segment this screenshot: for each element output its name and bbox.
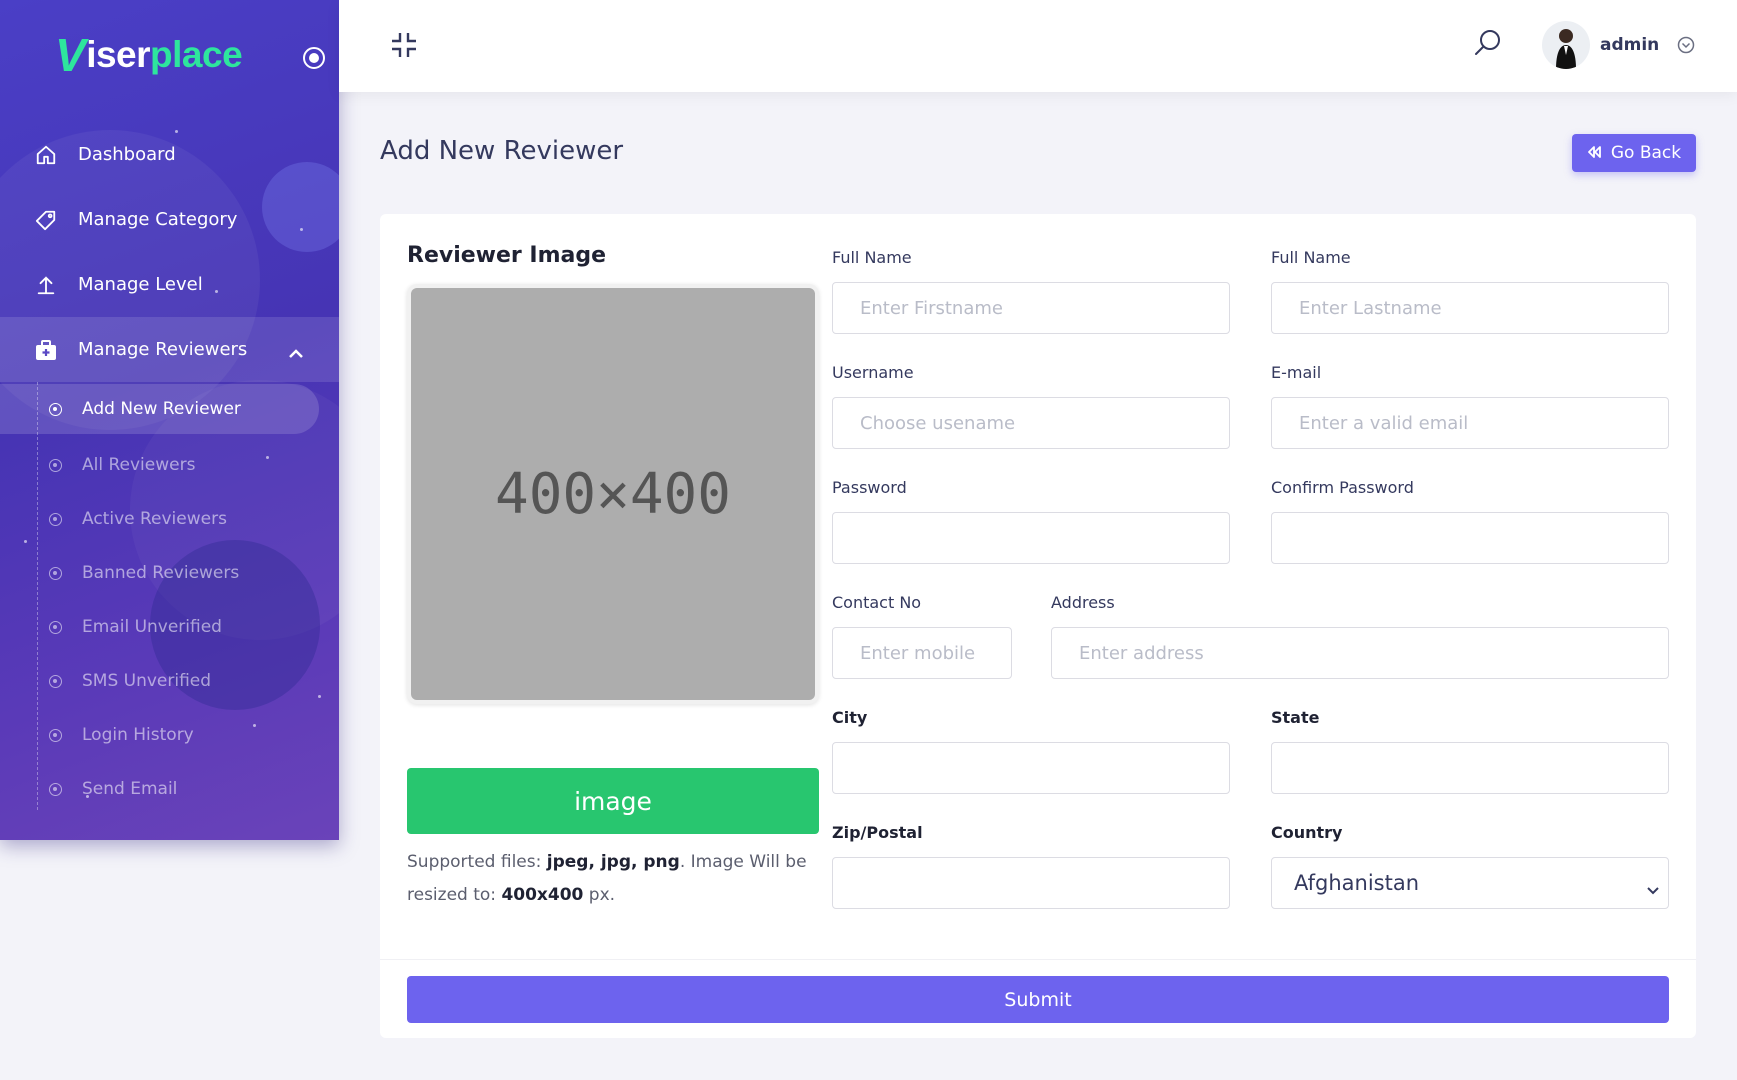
submenu-item-sms-unverified[interactable]: SMS Unverified (0, 654, 339, 708)
logo-text-green: place (150, 34, 243, 75)
address-input[interactable] (1051, 627, 1669, 679)
chevron-down-circle-icon[interactable] (1677, 36, 1695, 54)
supported-file-types: jpeg, jpg, png (546, 852, 680, 872)
image-section-title: Reviewer Image (407, 243, 607, 268)
circle-dot-icon (49, 566, 62, 580)
country-selected-value: Afghanistan (1294, 871, 1420, 895)
sidebar-item-label: Manage Reviewers (78, 339, 248, 360)
sidebar-item-manage-category[interactable]: Manage Category (0, 187, 339, 252)
email-label: E-mail (1271, 363, 1322, 382)
firstname-input[interactable] (832, 282, 1230, 334)
confirm-password-label: Confirm Password (1271, 478, 1414, 497)
circle-dot-icon (49, 728, 62, 742)
circle-dot-icon (49, 512, 62, 526)
submenu-item-label: SMS Unverified (82, 671, 212, 691)
resize-dimensions: 400x400 (501, 885, 584, 905)
submit-button[interactable]: Submit (407, 976, 1669, 1023)
circle-dot-icon (49, 674, 62, 688)
lastname-input[interactable] (1271, 282, 1669, 334)
state-input[interactable] (1271, 742, 1669, 794)
home-icon (34, 143, 58, 167)
sidebar-item-dashboard[interactable]: Dashboard (0, 122, 339, 187)
circle-dot-icon (49, 620, 62, 634)
address-label: Address (1051, 593, 1115, 612)
lastname-label: Full Name (1271, 248, 1351, 267)
zip-label: Zip/Postal (832, 823, 923, 842)
backward-icon (1587, 143, 1601, 163)
submenu-item-email-unverified[interactable]: Email Unverified (0, 600, 339, 654)
submenu-item-label: Email Unverified (82, 617, 222, 637)
username-label: Username (832, 363, 914, 382)
contact-label: Contact No (832, 593, 922, 612)
chevron-up-icon (289, 343, 303, 364)
logo-mark: V (55, 29, 86, 81)
logo-text-white: iser (86, 34, 151, 75)
brand-logo[interactable]: V iser place (55, 28, 243, 82)
email-field[interactable] (1271, 397, 1669, 449)
username-input[interactable] (832, 397, 1230, 449)
image-placeholder: 400×400 (411, 288, 815, 700)
reviewers-submenu: Add New Reviewer All Reviewers Active Re… (0, 382, 339, 816)
country-select[interactable]: Afghanistan (1271, 857, 1669, 909)
sidebar-item-label: Dashboard (78, 144, 176, 165)
submenu-item-active-reviewers[interactable]: Active Reviewers (0, 492, 339, 546)
contact-input[interactable] (832, 627, 1012, 679)
submenu-item-send-email[interactable]: Send Email (0, 762, 339, 816)
sidebar-item-manage-reviewers[interactable]: Manage Reviewers (0, 317, 339, 382)
upload-image-button[interactable]: image (407, 768, 819, 834)
tag-icon (34, 208, 58, 232)
city-input[interactable] (832, 742, 1230, 794)
divider (380, 959, 1696, 960)
sidebar-menu: Dashboard Manage Category Manage Level M… (0, 122, 339, 816)
sidebar: V iser place Dashboard Manage Category M… (0, 0, 339, 840)
fullscreen-exit-icon[interactable] (390, 31, 418, 59)
submenu-item-label: Send Email (82, 779, 178, 799)
user-name[interactable]: admin (1600, 35, 1659, 55)
confirm-password-input[interactable] (1271, 512, 1669, 564)
avatar[interactable] (1542, 21, 1590, 69)
go-back-button[interactable]: Go Back (1572, 134, 1696, 172)
password-input[interactable] (832, 512, 1230, 564)
submenu-item-label: Active Reviewers (82, 509, 227, 529)
sidebar-toggle-button[interactable] (303, 47, 325, 69)
circle-dot-icon (49, 458, 62, 472)
sidebar-item-manage-level[interactable]: Manage Level (0, 252, 339, 317)
submenu-item-login-history[interactable]: Login History (0, 708, 339, 762)
briefcase-plus-icon (34, 338, 58, 362)
circle-dot-icon (49, 782, 62, 796)
help-text-prefix: Supported files: (407, 852, 547, 872)
submenu-item-label: Add New Reviewer (82, 399, 241, 419)
reviewer-form-card: Reviewer Image 400×400 image Supported f… (380, 214, 1696, 1038)
search-icon[interactable] (1473, 28, 1503, 58)
image-help-text: Supported files: jpeg, jpg, png. Image W… (407, 846, 827, 912)
country-label: Country (1271, 823, 1343, 842)
image-preview: 400×400 (407, 284, 819, 704)
chevron-down-icon (1646, 877, 1660, 901)
submenu-item-add-new-reviewer[interactable]: Add New Reviewer (0, 384, 319, 434)
top-navbar: admin (339, 0, 1737, 92)
zip-input[interactable] (832, 857, 1230, 909)
page-title: Add New Reviewer (380, 136, 624, 166)
arrow-up-icon (34, 273, 58, 297)
go-back-label: Go Back (1610, 143, 1682, 163)
state-label: State (1271, 708, 1320, 727)
sidebar-item-label: Manage Level (78, 274, 203, 295)
circle-dot-icon (49, 402, 62, 416)
sidebar-item-label: Manage Category (78, 209, 238, 230)
submenu-item-label: All Reviewers (82, 455, 196, 475)
city-label: City (832, 708, 868, 727)
submenu-item-all-reviewers[interactable]: All Reviewers (0, 438, 339, 492)
help-text-suffix: px. (583, 885, 616, 905)
submenu-item-label: Banned Reviewers (82, 563, 240, 583)
submenu-item-banned-reviewers[interactable]: Banned Reviewers (0, 546, 339, 600)
submenu-item-label: Login History (82, 725, 194, 745)
firstname-label: Full Name (832, 248, 912, 267)
password-label: Password (832, 478, 907, 497)
